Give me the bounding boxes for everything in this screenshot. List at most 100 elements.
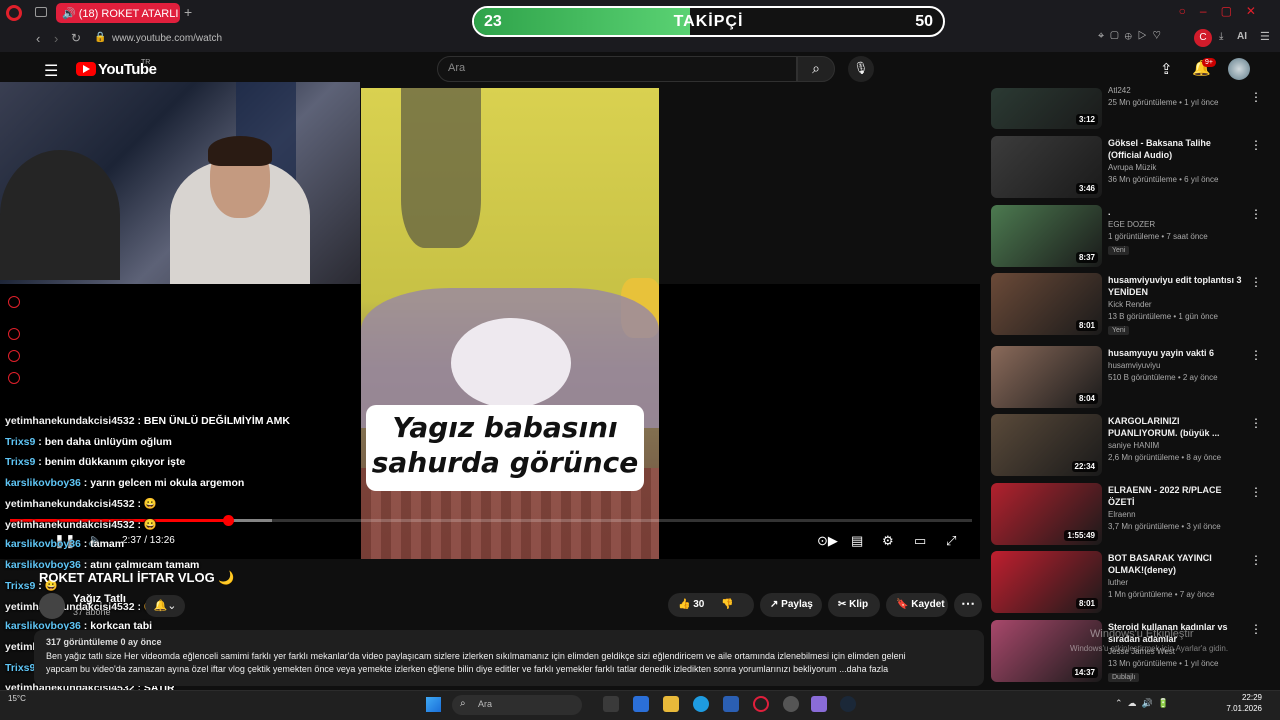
fullscreen-icon[interactable]: ⤢ [946,533,956,549]
rec-thumbnail[interactable]: 22:34 [991,414,1102,476]
lock-icon[interactable]: 🔒 [94,32,106,43]
hamburger-menu-icon[interactable]: ☰ [44,61,58,81]
upload-icon[interactable]: ⇪ [1160,60,1173,78]
chat-username: karslikovboy36 [5,476,81,489]
rec-channel[interactable]: EGE DOZER [1108,220,1155,229]
rec-title[interactable]: husamviyuviyu edit toplantısı 3 YENİDEN [1108,274,1242,298]
tab-overview-icon[interactable] [35,7,47,17]
save-button[interactable]: 🔖 Kaydet [886,593,948,617]
edge-icon[interactable] [693,696,709,712]
rec-menu-icon[interactable]: ⋮ [1250,553,1262,567]
rec-menu-icon[interactable]: ⋮ [1250,275,1262,289]
rec-title[interactable]: BOT BASARAK YAYINCI OLMAK!(deney) [1108,552,1242,576]
speaker-icon: 🔊 [62,8,79,20]
rec-menu-icon[interactable]: ⋮ [1250,622,1262,636]
system-tray[interactable]: ⌃☁🔊🔋 [1115,698,1174,709]
description-line-1: Ben yağız tatlı size Her videomda eğlenc… [46,651,906,661]
rec-title[interactable]: ELRAENN - 2022 R/PLACE ÖZETİ [1108,484,1242,508]
chat-message: yetimhanekundakcisi4532 : 😀 [5,518,157,531]
menu-icon[interactable]: ☰ [1260,30,1270,43]
search-input[interactable]: Ara [437,56,797,82]
subtitles-icon[interactable]: ▤ [851,533,863,549]
side-circle-icon[interactable] [8,328,20,340]
video-caption: Yagız babasını sahurda görünce [366,410,644,480]
file-explorer-icon[interactable] [663,696,679,712]
opera-taskbar-icon[interactable] [753,696,769,712]
rec-meta: 13 B görüntüleme • 1 gün önce [1108,312,1218,321]
rec-menu-icon[interactable]: ⋮ [1250,416,1262,430]
theater-mode-icon[interactable]: ▭ [914,533,926,549]
forward-icon[interactable]: › [54,31,58,46]
avatar[interactable] [1228,58,1250,80]
rec-thumbnail[interactable]: 3:12 [991,88,1102,129]
rec-menu-icon[interactable]: ⋮ [1250,207,1262,221]
rec-title[interactable]: Göksel - Baksana Talihe (Official Audio) [1108,137,1242,161]
rec-meta: 3,7 Mn görüntüleme • 3 yıl önce [1108,522,1221,531]
extension-icons[interactable]: ⌖▢⊕▷♡ [1098,30,1167,43]
steam-icon[interactable] [840,696,856,712]
rec-title[interactable]: . [1108,206,1242,218]
back-icon[interactable]: ‹ [36,31,40,46]
autoplay-toggle[interactable]: ⊙▶ [817,533,838,549]
channel-name[interactable]: Yağız Tatlı [73,593,126,605]
download-icon[interactable]: ⤓ [1219,31,1223,42]
app-copilot-icon[interactable] [633,696,649,712]
more-actions-button[interactable]: ⋯ [954,593,982,617]
search-button[interactable]: ⌕ [797,56,835,82]
opera-logo-icon[interactable] [6,5,22,21]
rec-menu-icon[interactable]: ⋮ [1250,90,1262,104]
channel-avatar[interactable] [39,593,65,619]
tab-active[interactable]: 🔊 (18) ROKET ATARLI İFT [56,3,180,23]
subscribe-bell-button[interactable]: 🔔⌄ [145,595,185,617]
chat-username: yetimhanekundakcisi4532 [5,518,135,531]
rec-thumbnail[interactable]: 1:55:49 [991,483,1102,545]
share-button[interactable]: ↗ Paylaş [760,593,822,617]
rec-thumbnail[interactable]: 3:46 [991,136,1102,198]
store-icon[interactable] [723,696,739,712]
rec-menu-icon[interactable]: ⋮ [1250,348,1262,362]
like-button[interactable]: 👍 30 👎 [668,593,754,617]
new-tab-button[interactable]: + [184,4,192,20]
rec-thumbnail[interactable]: 8:01 [991,551,1102,613]
ai-button[interactable]: AI [1237,31,1247,42]
rec-channel[interactable]: Elraenn [1108,510,1136,519]
rec-channel[interactable]: saniye HANIM [1108,441,1159,450]
rec-channel[interactable]: luther [1108,578,1128,587]
obs-icon[interactable] [811,696,827,712]
rec-meta: 1 Mn görüntüleme • 7 ay önce [1108,590,1215,599]
weather-widget[interactable]: 15°C [8,694,26,703]
rec-channel[interactable]: Atl242 [1108,86,1131,95]
side-alert-icon[interactable] [8,296,20,308]
clip-button[interactable]: ✂ Klip [828,593,880,617]
thumbs-down-icon[interactable]: 👎 [721,599,733,610]
rec-thumbnail[interactable]: 8:04 [991,346,1102,408]
taskbar-search[interactable]: Ara [452,695,582,715]
rec-channel[interactable]: Avrupa Müzik [1108,163,1156,172]
app-taskbar-icon[interactable] [783,696,799,712]
voice-search-button[interactable]: 🎙 [848,56,874,82]
rec-menu-icon[interactable]: ⋮ [1250,485,1262,499]
rec-duration: 3:46 [1075,183,1098,194]
window-controls[interactable]: ○–▢✕ [1179,4,1270,18]
side-clock-icon[interactable] [8,350,20,362]
chat-text: yarın gelcen mi okula argemon [90,476,245,489]
url-field[interactable]: www.youtube.com/watch [112,33,222,44]
rec-title[interactable]: KARGOLARINIZI PUANLIYORUM. (büyük ... [1108,415,1242,439]
caption-line-2: sahurda görünce [371,446,639,479]
rec-thumbnail[interactable]: 8:37 [991,205,1102,267]
reload-icon[interactable]: ↻ [71,31,81,45]
windows-start-icon[interactable] [426,697,441,712]
side-chat-icon[interactable] [8,372,20,384]
task-view-icon[interactable] [603,696,619,712]
settings-gear-icon[interactable]: ⚙ [882,533,894,549]
chat-message: Trixs9 : benim dükkanım çıkıyor işte [5,456,186,468]
youtube-play-glyph [83,65,90,73]
clock-time[interactable]: 22:29 [1228,693,1262,702]
rec-channel[interactable]: husamviyuviyu [1108,361,1160,370]
extension-red-icon[interactable]: C [1194,29,1212,47]
rec-channel[interactable]: Kick Render [1108,300,1152,309]
rec-thumbnail[interactable]: 8:01 [991,273,1102,335]
rec-title[interactable]: husamyuyu yayin vakti 6 [1108,347,1242,359]
clock-date[interactable]: 7.01.2026 [1220,704,1262,713]
rec-menu-icon[interactable]: ⋮ [1250,138,1262,152]
